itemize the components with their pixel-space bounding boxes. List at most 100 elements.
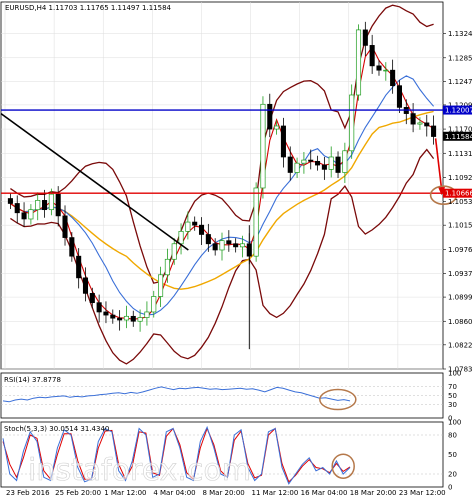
time-tick-label: 8 Mar 20:00 [202,489,244,497]
candle-body [396,85,402,108]
stochastic-tick-label: 80 [448,432,457,440]
candle-body [335,156,341,173]
candle-body [185,221,191,232]
candle-body [14,203,20,214]
candle-body [205,234,211,245]
candle-body [280,125,286,158]
candle-body [410,113,416,125]
price-tick-label: 1.10530 [448,198,473,206]
rsi-tick-label: 50 [448,392,457,400]
candle-body [376,65,382,71]
candle-body [69,237,75,257]
resistance-price-label: 1.12007 [445,107,473,115]
candle-body [267,103,273,130]
price-tick-label: 1.10920 [448,174,473,182]
candle-body [390,69,396,87]
candle-body [7,198,13,204]
candle-body [212,243,218,251]
time-tick-label: 16 Mar 04:00 [301,489,348,497]
candle-body [219,240,225,251]
candle-body [253,187,259,257]
candle-body [28,209,34,220]
candle-body [144,311,150,318]
candle-body [362,29,368,46]
time-tick-label: 1 Mar 12:00 [104,489,146,497]
candle-body [239,243,246,248]
candle-body [164,258,170,276]
candle-body [55,193,61,217]
candle-body [110,314,116,319]
candle-body [178,231,184,245]
price-tick-label: 1.11310 [448,150,473,158]
candle [260,96,266,199]
candle-body [342,150,348,173]
candle-body [198,224,205,235]
candle-body [192,221,198,226]
price-tick-label: 1.13240 [448,30,473,38]
candle-body [383,69,389,72]
candle-body [328,156,334,170]
rsi-tick-label: 100 [448,370,461,378]
rsi-panel: RSI(14) 37.8778 1007050300 [0,370,461,423]
rsi-tick-label: 30 [448,401,457,409]
time-tick-label: 11 Mar 12:00 [252,489,299,497]
candle-body [308,159,314,162]
stochastic-tick-label: 20 [448,471,457,479]
price-tick-label: 1.10150 [448,222,473,230]
price-tick-label: 1.12850 [448,54,473,62]
candle [349,84,355,159]
candle-body [35,200,41,211]
candle-body [233,243,239,248]
candle-body [355,29,362,96]
candle-body [171,243,177,260]
rsi-tick-label: 70 [448,383,457,391]
candle-body [226,240,232,245]
candle-body [82,277,89,294]
time-tick-label: 18 Mar 20:00 [350,489,397,497]
candle-body [158,274,164,297]
price-tick-label: 1.12470 [448,78,473,86]
price-tick-label: 1.08990 [448,294,473,302]
time-axis: 23 Feb 2016 25 Feb 20:00 1 Mar 12:00 4 Mar … [6,489,446,497]
time-tick-label: 23 Mar 12:00 [399,489,446,497]
candle-body [21,212,27,220]
stochastic-title: Stoch(5,3,3) 30.0514 31.4340 [4,425,109,433]
stochastic-tick-label: 100 [448,419,461,427]
support-price-label: 1.10666 [445,190,473,198]
candle-body [260,103,266,189]
candle-body [62,215,68,238]
candle-body [424,122,430,127]
price-axis: 1.132401.128501.124701.120901.117001.113… [443,30,473,374]
price-tick-label: 1.08600 [448,318,473,326]
candle-body [301,159,307,164]
price-chart-title: EURUSD,H4 1.11703 1.11765 1.11497 1.1158… [5,4,172,12]
stochastic-tick-label: 0 [448,484,452,492]
current-price-label: 1.11584 [445,133,473,141]
price-panel: EURUSD,H4 1.11703 1.11765 1.11497 1.1158… [0,1,473,374]
price-tick-label: 1.09370 [448,270,473,278]
candle-body [89,293,95,304]
candle-body [123,315,129,321]
price-tick-label: 1.08220 [448,341,473,349]
candle-body [76,255,82,279]
candle [253,182,259,262]
time-tick-label: 4 Mar 04:00 [153,489,195,497]
time-tick-label: 23 Feb 2016 [6,489,50,497]
candle-body [431,125,437,137]
rsi-title: RSI(14) 37.8778 [4,376,61,384]
candle-body [287,156,293,173]
stochastic-tick-label: 50 [448,451,457,459]
candle-body [417,122,423,125]
candle-body [369,45,375,67]
candle-body [96,302,102,313]
candle-body [294,162,300,173]
candle-body [321,164,327,170]
candle-body [117,317,123,321]
candle-body [42,200,48,211]
time-tick-label: 25 Feb 20:00 [55,489,101,497]
instaforex-watermark: instaforex.com [28,453,251,488]
price-tick-label: 1.09760 [448,246,473,254]
eurusd-h4-chart: EURUSD,H4 1.11703 1.11765 1.11497 1.1158… [0,0,473,500]
candle-body [151,296,157,313]
candle-body [137,317,143,322]
